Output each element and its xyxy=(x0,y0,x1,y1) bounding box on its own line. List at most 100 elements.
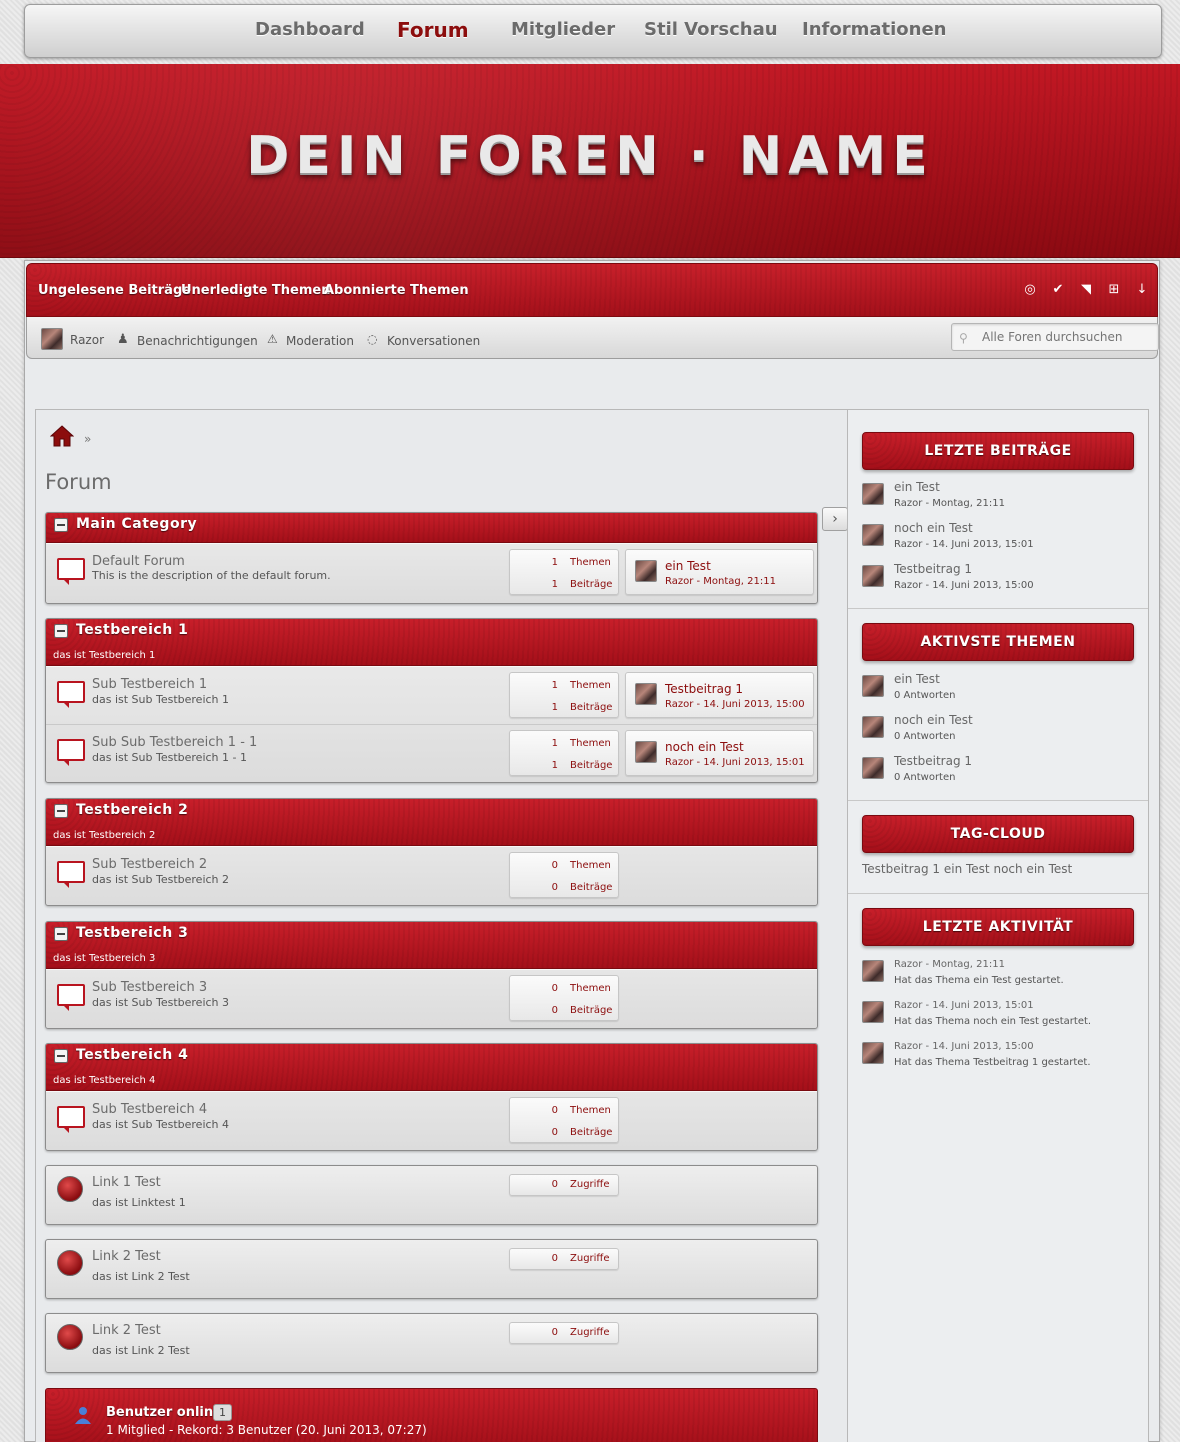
activity-meta[interactable]: Razor - 14. Juni 2013, 15:01 xyxy=(894,1000,1034,1011)
moderation-link[interactable]: Moderation xyxy=(286,334,354,348)
post-title[interactable]: noch ein Test xyxy=(894,521,973,535)
category-title[interactable]: Testbereich 3 xyxy=(76,925,188,941)
globe-icon xyxy=(57,1324,83,1350)
topic-title[interactable]: noch ein Test xyxy=(894,713,973,727)
topic-replies: 0 Antworten xyxy=(894,772,956,783)
link-board: Link 1 Test das ist Linktest 1 0 Zugriff… xyxy=(45,1165,818,1225)
last-post-title[interactable]: ein Test xyxy=(665,559,711,573)
post-meta: Razor - 14. Juni 2013, 15:00 xyxy=(894,580,1034,591)
conversations-link[interactable]: Konversationen xyxy=(387,334,480,348)
zugriffe-count: 0 xyxy=(551,1327,558,1338)
last-post-title[interactable]: Testbeitrag 1 xyxy=(665,682,743,696)
board-title[interactable]: Sub Sub Testbereich 1 - 1 xyxy=(92,735,257,750)
collapse-toggle[interactable] xyxy=(54,927,68,941)
avatar[interactable] xyxy=(862,960,884,982)
beitraege-label: Beiträge xyxy=(570,1005,613,1016)
activity-meta[interactable]: Razor - 14. Juni 2013, 15:00 xyxy=(894,1041,1034,1052)
bell-icon[interactable]: ♟ xyxy=(117,332,129,347)
topic-title[interactable]: Testbeitrag 1 xyxy=(894,754,972,768)
board-stats: 0 Themen 0 Beiträge xyxy=(509,852,619,898)
collapse-toggle[interactable] xyxy=(54,518,68,532)
subscribed-topics-link[interactable]: Abonnierte Themen xyxy=(324,283,469,298)
avatar[interactable] xyxy=(862,1001,884,1023)
themen-label: Themen xyxy=(570,738,611,749)
unresolved-topics-link[interactable]: Unerledigte Themen xyxy=(181,283,331,298)
board-desc: das ist Sub Testbereich 2 xyxy=(92,873,230,886)
avatar[interactable] xyxy=(862,1042,884,1064)
link-desc: das ist Linktest 1 xyxy=(92,1196,186,1209)
avatar[interactable] xyxy=(862,757,884,779)
last-post-title[interactable]: noch ein Test xyxy=(665,740,744,754)
tag[interactable]: ein Test xyxy=(944,862,990,876)
themen-label: Themen xyxy=(570,557,611,568)
board-title[interactable]: Sub Testbereich 2 xyxy=(92,857,207,872)
beitraege-label: Beiträge xyxy=(570,1127,613,1138)
sidebar-collapse-button[interactable]: › xyxy=(822,507,848,531)
home-icon[interactable] xyxy=(50,424,74,448)
link-stats: 0 Zugriffe xyxy=(509,1248,619,1270)
link-title[interactable]: Link 2 Test xyxy=(92,1323,161,1338)
avatar[interactable] xyxy=(635,683,657,705)
activity-meta[interactable]: Razor - Montag, 21:11 xyxy=(894,959,1005,970)
nav-mitglieder[interactable]: Mitglieder xyxy=(511,19,615,40)
board-desc: das ist Sub Testbereich 1 - 1 xyxy=(92,751,247,764)
speech-bubble-icon[interactable]: ◌ xyxy=(367,332,377,346)
unread-posts-link[interactable]: Ungelesene Beiträge xyxy=(38,283,191,298)
zugriffe-count: 0 xyxy=(551,1253,558,1264)
avatar[interactable] xyxy=(862,524,884,546)
nav-dashboard[interactable]: Dashboard xyxy=(255,19,365,40)
link-title[interactable]: Link 2 Test xyxy=(92,1249,161,1264)
avatar[interactable] xyxy=(862,675,884,697)
tag[interactable]: Testbeitrag 1 xyxy=(862,862,940,876)
collapse-toggle[interactable] xyxy=(54,804,68,818)
arrow-down-icon[interactable]: ↓ xyxy=(1133,282,1151,300)
board-title[interactable]: Sub Testbereich 3 xyxy=(92,980,207,995)
board-title[interactable]: Sub Testbereich 4 xyxy=(92,1102,207,1117)
active-topics-title: AKTIVSTE THEMEN xyxy=(862,623,1134,661)
board-desc: das ist Sub Testbereich 4 xyxy=(92,1118,230,1131)
users-online-title[interactable]: Benutzer online xyxy=(106,1405,222,1420)
beitraege-count: 1 xyxy=(551,760,558,771)
post-title[interactable]: Testbeitrag 1 xyxy=(894,562,972,576)
avatar[interactable] xyxy=(862,565,884,587)
category-title[interactable]: Testbereich 1 xyxy=(76,622,188,638)
beitraege-label: Beiträge xyxy=(570,579,613,590)
nav-stil-vorschau[interactable]: Stil Vorschau xyxy=(644,19,778,40)
topic-title[interactable]: ein Test xyxy=(894,672,940,686)
board-title[interactable]: Sub Testbereich 1 xyxy=(92,677,207,692)
warning-icon[interactable]: ⚠ xyxy=(267,332,278,346)
category-title[interactable]: Main Category xyxy=(76,516,197,532)
search-input[interactable] xyxy=(951,323,1159,351)
avatar[interactable] xyxy=(635,741,657,763)
user-avatar[interactable] xyxy=(41,328,63,350)
beitraege-label: Beiträge xyxy=(570,882,613,893)
rss-icon[interactable]: ◥ xyxy=(1077,282,1095,300)
tag-cloud-box: TAG-CLOUD Testbeitrag 1 ein Test noch ei… xyxy=(848,801,1148,894)
link-title[interactable]: Link 1 Test xyxy=(92,1175,161,1190)
themen-count: 1 xyxy=(551,738,558,749)
tag[interactable]: noch ein Test xyxy=(993,862,1072,876)
collapse-toggle[interactable] xyxy=(54,1049,68,1063)
nav-forum[interactable]: Forum xyxy=(397,18,469,42)
link-board: Link 2 Test das ist Link 2 Test 0 Zugrif… xyxy=(45,1239,818,1299)
category-title[interactable]: Testbereich 2 xyxy=(76,802,188,818)
board-row: Sub Sub Testbereich 1 - 1 das ist Sub Te… xyxy=(46,724,817,782)
board-icon xyxy=(57,984,85,1011)
post-title[interactable]: ein Test xyxy=(894,480,940,494)
category-title[interactable]: Testbereich 4 xyxy=(76,1047,188,1063)
avatar[interactable] xyxy=(862,483,884,505)
username-link[interactable]: Razor xyxy=(70,333,104,347)
beitraege-count: 0 xyxy=(551,1005,558,1016)
collapse-toggle[interactable] xyxy=(54,624,68,638)
avatar[interactable] xyxy=(635,560,657,582)
avatar[interactable] xyxy=(862,716,884,738)
mark-read-icon[interactable]: ◎ xyxy=(1021,282,1039,300)
board-title[interactable]: Default Forum xyxy=(92,554,185,569)
site-logo[interactable]: DEIN FOREN · NAME xyxy=(0,126,1180,186)
notifications-link[interactable]: Benachrichtigungen xyxy=(137,334,258,348)
check-icon[interactable]: ✔ xyxy=(1049,282,1067,300)
board-icon xyxy=(57,739,85,766)
nav-informationen[interactable]: Informationen xyxy=(802,19,946,40)
sitemap-icon[interactable]: ⊞ xyxy=(1105,282,1123,300)
themen-label: Themen xyxy=(570,983,611,994)
